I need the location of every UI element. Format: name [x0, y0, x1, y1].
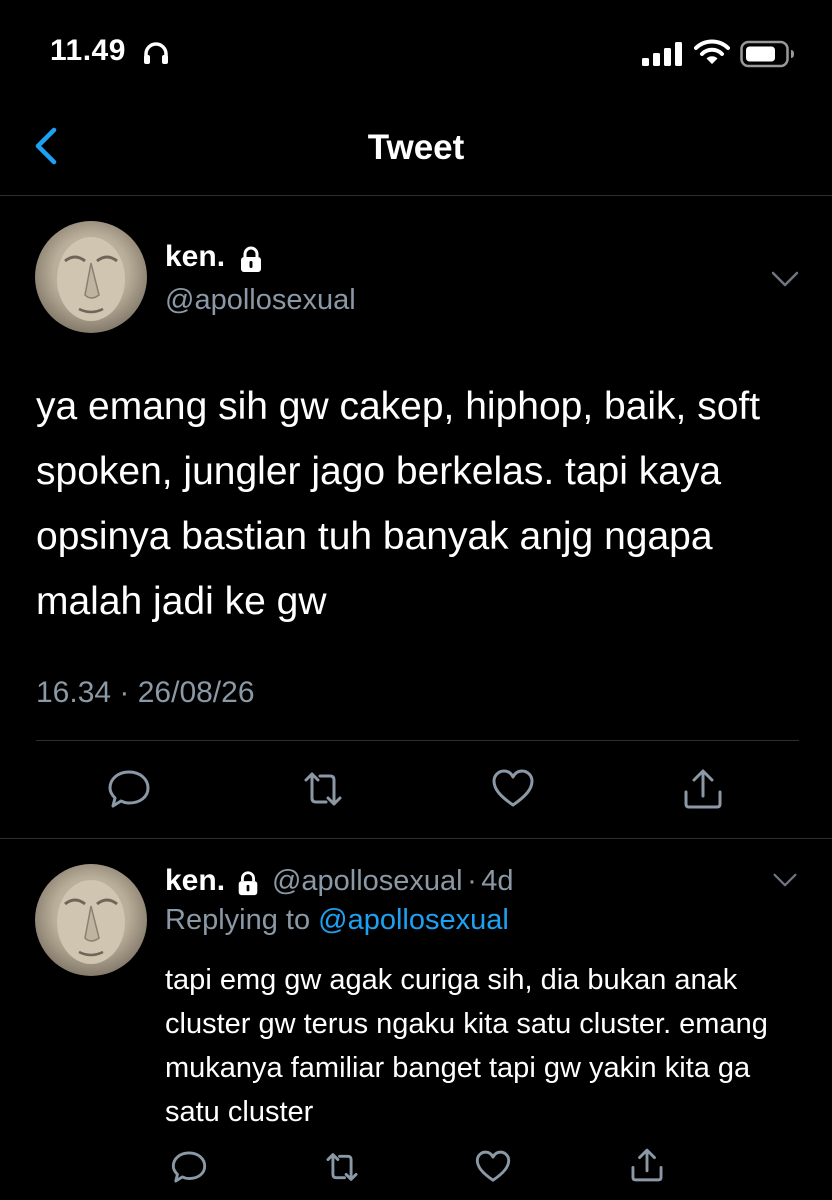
chevron-down-icon[interactable]	[770, 270, 800, 288]
page-title: Tweet	[367, 128, 465, 167]
share-icon	[631, 1148, 663, 1182]
wifi-icon	[694, 38, 730, 66]
status-time: 11.49	[50, 34, 126, 67]
share-icon	[684, 769, 722, 809]
heart-icon	[492, 769, 534, 807]
author-handle[interactable]: @apollosexual	[165, 284, 356, 317]
replying-to-line: Replying to @apollosexual	[165, 904, 509, 937]
author-row: ken.	[165, 240, 265, 278]
reply-handle[interactable]: @apollosexual	[272, 865, 463, 897]
reply-dot-separator: ·	[467, 865, 477, 897]
reply-text: tapi emg gw agak curiga sih, dia bukan a…	[165, 964, 768, 1128]
reply-share-button[interactable]	[628, 1146, 666, 1184]
cellular-signal-icon	[640, 42, 684, 66]
avatar[interactable]	[35, 221, 147, 333]
reply-avatar[interactable]	[35, 864, 147, 976]
retweet-icon	[326, 1153, 358, 1181]
comment-icon	[108, 770, 150, 808]
reply-author-name[interactable]: ken.	[165, 864, 225, 897]
tweet-text: ya emang sih gw cakep, hiphop, baik, sof…	[36, 385, 761, 623]
reply-like-button[interactable]	[474, 1148, 512, 1186]
reply-lock-icon	[235, 870, 261, 901]
header-divider	[0, 195, 832, 196]
reply-chevron-down-icon[interactable]	[772, 872, 802, 890]
like-button[interactable]	[490, 766, 536, 812]
actions-divider	[36, 740, 799, 741]
author-name[interactable]: ken.	[165, 240, 225, 273]
reply-reply-button[interactable]	[170, 1148, 208, 1186]
headphones-icon	[142, 40, 170, 66]
retweet-icon	[304, 772, 342, 806]
tweet-divider	[0, 838, 832, 839]
replying-to-mention[interactable]: @apollosexual	[318, 904, 509, 936]
share-button[interactable]	[680, 766, 726, 812]
tweet-timestamp[interactable]: 16.34 · 26/08/26	[36, 676, 255, 710]
heart-icon	[475, 1150, 511, 1182]
reply-retweet-button[interactable]	[323, 1148, 361, 1186]
retweet-button[interactable]	[300, 766, 346, 812]
battery-icon	[740, 40, 796, 68]
reply-button[interactable]	[106, 766, 152, 812]
lock-icon	[237, 245, 265, 278]
reply-author-row: ken. @apollosexual · 4d	[165, 864, 513, 901]
replying-to-label: Replying to	[165, 904, 311, 936]
comment-icon	[171, 1151, 207, 1183]
reply-age: 4d	[481, 865, 514, 897]
